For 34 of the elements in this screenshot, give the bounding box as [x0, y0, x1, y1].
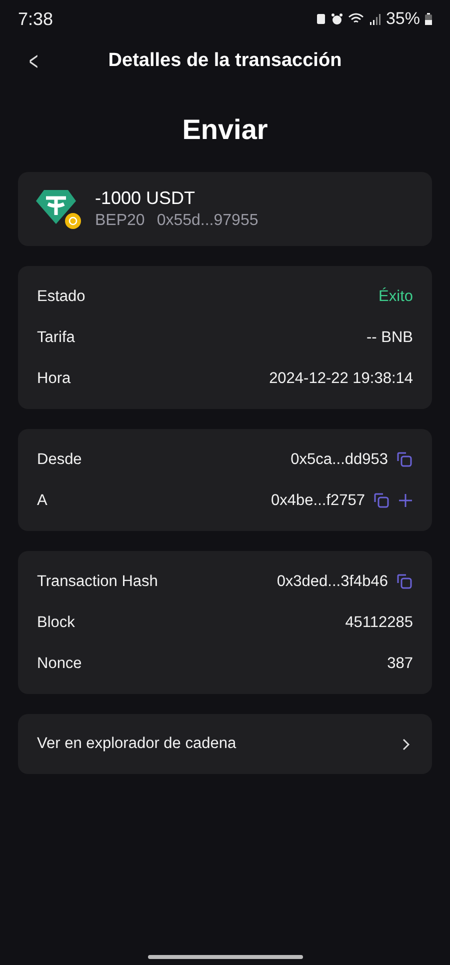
row-value: 2024-12-22 19:38:14	[269, 370, 413, 388]
token-icon	[36, 188, 82, 230]
row-label: Hora	[37, 370, 71, 388]
battery-percent: 35%	[386, 9, 420, 29]
explorer-link[interactable]: Ver en explorador de cadena	[18, 714, 432, 774]
row-label: Tarifa	[37, 328, 75, 346]
row-label: Block	[37, 614, 75, 632]
row-value: 0x5ca...dd953	[290, 450, 388, 468]
transaction-type: Enviar	[181, 114, 269, 146]
copy-icon[interactable]	[396, 451, 413, 468]
signal-icon	[368, 13, 381, 25]
add-icon[interactable]	[398, 493, 413, 508]
row-label: Desde	[37, 450, 82, 468]
row-value: 45112285	[345, 614, 413, 632]
row-label: A	[37, 492, 48, 510]
row-value: -- BNB	[366, 328, 413, 346]
network: BEP20	[95, 212, 145, 230]
row-label: Estado	[37, 288, 86, 306]
amount: -1000 USDT	[95, 188, 196, 209]
wifi-icon	[348, 13, 364, 25]
row-label: Transaction Hash	[37, 572, 158, 590]
chevron-right-icon	[402, 738, 410, 750]
row-value: 0x4be...f2757	[271, 492, 365, 510]
row-value: Éxito	[378, 288, 413, 306]
row-label: Nonce	[37, 654, 82, 672]
copy-icon[interactable]	[373, 492, 390, 509]
back-button[interactable]: <	[25, 46, 42, 76]
row-value: 387	[387, 654, 413, 672]
copy-icon[interactable]	[396, 573, 413, 590]
screen-title: Detalles de la transacción	[108, 50, 342, 72]
battery-icon	[425, 13, 432, 25]
row-value: 0x3ded...3f4b46	[276, 572, 388, 590]
contract-address: 0x55d...97955	[156, 212, 258, 230]
clock: 7:38	[18, 8, 54, 30]
